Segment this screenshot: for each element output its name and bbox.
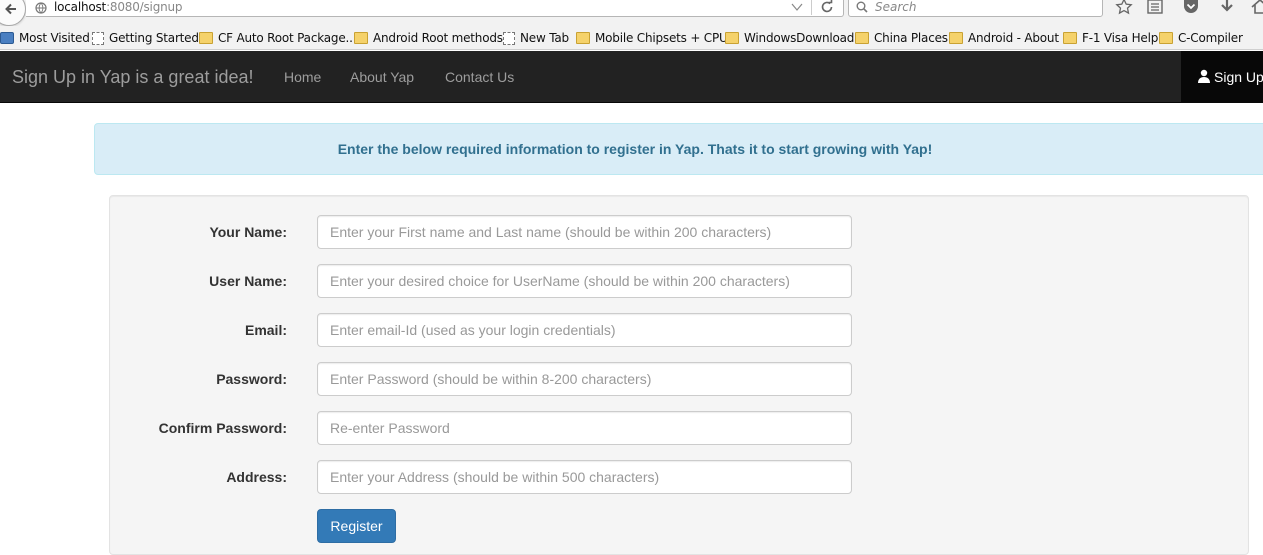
sign-up-label: Sign Up [1214,69,1263,85]
back-arrow-icon [5,3,16,15]
info-alert: Enter the below required information to … [94,123,1263,175]
your-name-input[interactable] [317,215,852,249]
address-label: Address: [226,469,287,485]
folder-icon [1159,32,1173,44]
nav-about-yap[interactable]: About Yap [350,69,414,85]
bookmark-label: WindowsDownload [744,31,855,45]
bookmark-android-about[interactable]: Android - About [949,30,1059,46]
password-label: Password: [216,371,287,387]
back-button[interactable] [0,0,26,26]
dropdown-icon[interactable] [791,2,803,12]
bookmark-mobile-chipsets[interactable]: Mobile Chipsets + CPU [576,30,728,46]
folder-icon [855,32,869,44]
reading-list-icon[interactable] [1145,0,1165,17]
confirm-password-label: Confirm Password: [158,420,287,436]
address-bar[interactable]: localhost:8080/signup [26,0,844,17]
bookmark-china-places[interactable]: China Places [855,30,948,46]
bookmark-getting-started[interactable]: Getting Started [92,30,199,46]
bookmark-c-compiler[interactable]: C-Compiler [1159,30,1243,46]
confirm-password-input[interactable] [317,411,852,445]
url-host: localhost [54,0,107,14]
nav-sign-up[interactable]: Sign Up [1181,51,1263,103]
bookmark-label: C-Compiler [1178,31,1243,45]
bookmark-f1-visa[interactable]: F-1 Visa Help [1063,30,1158,46]
page-icon [503,31,515,45]
globe-icon [35,2,47,14]
browser-toolbar: localhost:8080/signup Search [0,0,1263,26]
most-visited-icon [0,32,14,44]
divider [811,0,812,15]
bookmark-label: China Places [874,31,948,45]
bookmark-label: CF Auto Root Package... [218,31,357,45]
alert-text: Enter the below required information to … [337,141,933,157]
folder-icon [199,32,213,44]
folder-icon [576,32,590,44]
page-icon [92,31,104,45]
navbar-brand[interactable]: Sign Up in Yap is a great idea! [12,67,254,88]
bookmark-label: Android - About [968,31,1059,45]
search-icon [856,1,868,13]
bookmarks-toolbar: Most Visited Getting Started CF Auto Roo… [0,26,1263,50]
pocket-icon[interactable] [1181,0,1201,17]
url-text: localhost:8080/signup [54,0,183,14]
bookmark-android-root[interactable]: Android Root methods [354,30,503,46]
bookmark-new-tab[interactable]: New Tab [503,30,569,46]
home-icon[interactable] [1250,0,1263,17]
download-icon[interactable] [1217,0,1237,17]
url-path: :8080/signup [106,0,183,14]
your-name-label: Your Name: [209,224,287,240]
site-navbar: Sign Up in Yap is a great idea! Home Abo… [0,51,1263,103]
email-input[interactable] [317,313,852,347]
password-input[interactable] [317,362,852,396]
folder-icon [949,32,963,44]
bookmark-label: Android Root methods [373,31,503,45]
user-name-input[interactable] [317,264,852,298]
address-input[interactable] [317,460,852,494]
folder-icon [1063,32,1077,44]
star-icon[interactable] [1114,0,1134,17]
search-placeholder: Search [875,0,917,14]
bookmark-label: New Tab [520,31,569,45]
register-button[interactable]: Register [317,509,396,543]
folder-icon [725,32,739,44]
bookmark-most-visited[interactable]: Most Visited [0,30,90,46]
user-icon [1198,69,1210,83]
bookmark-cf-auto-root[interactable]: CF Auto Root Package... [199,30,357,46]
search-bar[interactable]: Search [848,0,1103,17]
bookmark-label: Most Visited [19,31,90,45]
bookmark-windows-download[interactable]: WindowsDownload [725,30,854,46]
nav-contact-us[interactable]: Contact Us [445,69,514,85]
email-label: Email: [244,322,287,338]
reload-icon[interactable] [820,0,834,14]
user-name-label: User Name: [209,273,287,289]
bookmark-label: Getting Started [109,31,199,45]
nav-home[interactable]: Home [284,69,321,85]
bookmark-label: F-1 Visa Help [1082,31,1159,45]
bookmark-label: Mobile Chipsets + CPU [595,31,728,45]
folder-icon [354,32,368,44]
